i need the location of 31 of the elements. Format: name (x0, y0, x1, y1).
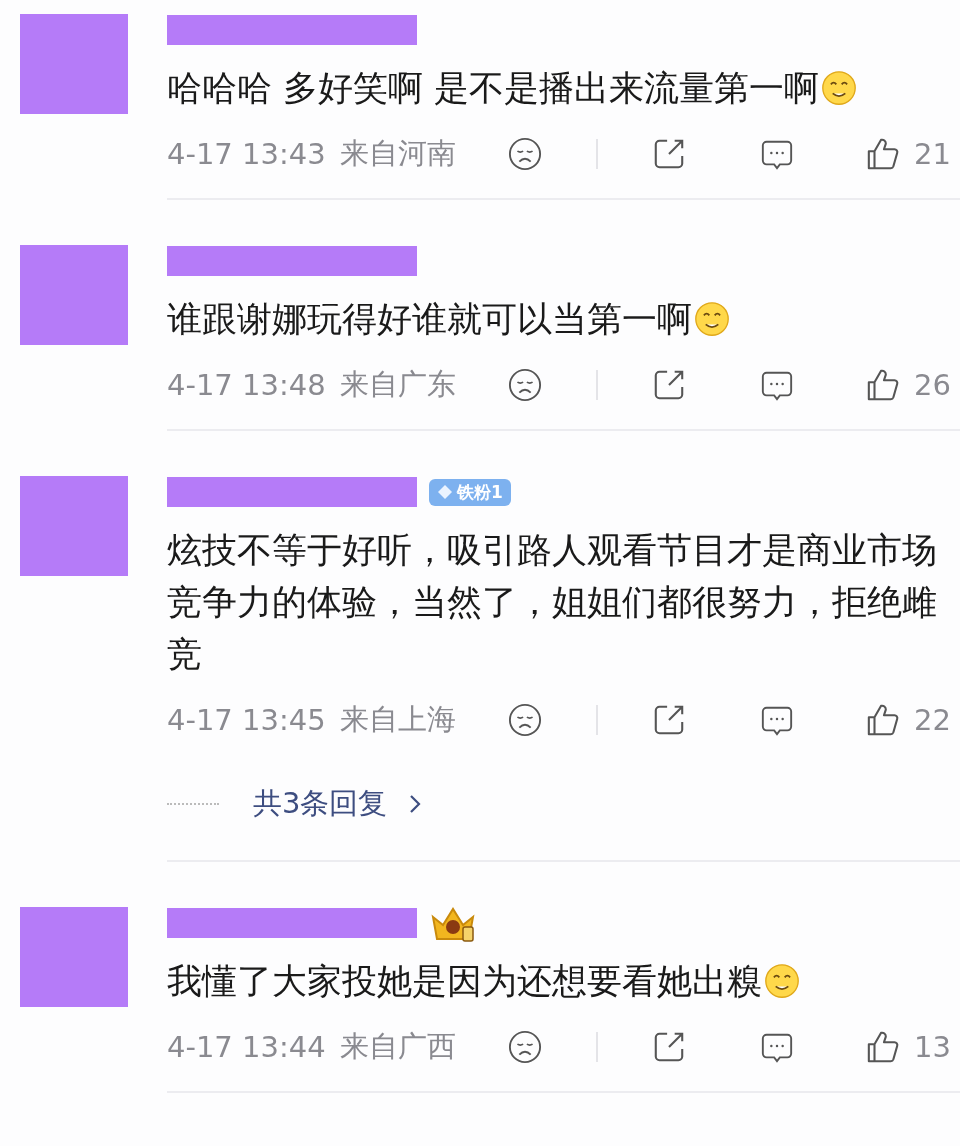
comment-location: 来自广东 (339, 366, 456, 403)
comment-text: 我懂了大家投她是因为还想要看她出糗 (167, 955, 950, 1007)
share-icon[interactable] (652, 1030, 686, 1064)
replies-link[interactable]: 共3条回复 (253, 784, 388, 824)
share-icon[interactable] (652, 368, 686, 402)
fan-badge: 铁粉1 (429, 478, 511, 506)
comment-text: 炫技不等于好听，吸引路人观看节目才是商业市场竞争力的体验，当然了，姐姐们都很努力，拒绝雌竞 (167, 529, 938, 676)
comment-location: 来自上海 (339, 701, 456, 738)
comment-time: 4-17 13:45 (167, 703, 326, 737)
share-icon[interactable] (652, 703, 686, 737)
thumbs-up-icon[interactable] (866, 1030, 900, 1064)
sad-face-icon[interactable] (508, 1030, 542, 1064)
share-icon[interactable] (652, 137, 686, 171)
comment-time: 4-17 13:44 (167, 1030, 326, 1064)
thumbs-up-icon[interactable] (866, 368, 900, 402)
thumbs-up-icon[interactable] (866, 703, 900, 737)
like-count: 26 (914, 368, 950, 402)
sad-face-icon[interactable] (508, 137, 542, 171)
comment-location: 来自广西 (339, 1028, 456, 1065)
chevron-right-icon (409, 794, 422, 814)
comment-location: 来自河南 (339, 135, 456, 172)
comment-text: 谁跟谢娜玩得好谁就可以当第一啊 (167, 293, 950, 345)
thumbs-up-icon[interactable] (866, 137, 900, 171)
comment-time: 4-17 13:43 (167, 137, 326, 171)
like-count: 13 (914, 1030, 950, 1064)
like-count: 21 (914, 137, 950, 171)
sad-face-icon[interactable] (508, 703, 542, 737)
like-count: 22 (914, 703, 950, 737)
comment-time: 4-17 13:48 (167, 368, 326, 402)
comment-text: 哈哈哈 多好笑啊 是不是播出来流量第一啊 (167, 62, 950, 114)
sad-face-icon[interactable] (508, 368, 542, 402)
